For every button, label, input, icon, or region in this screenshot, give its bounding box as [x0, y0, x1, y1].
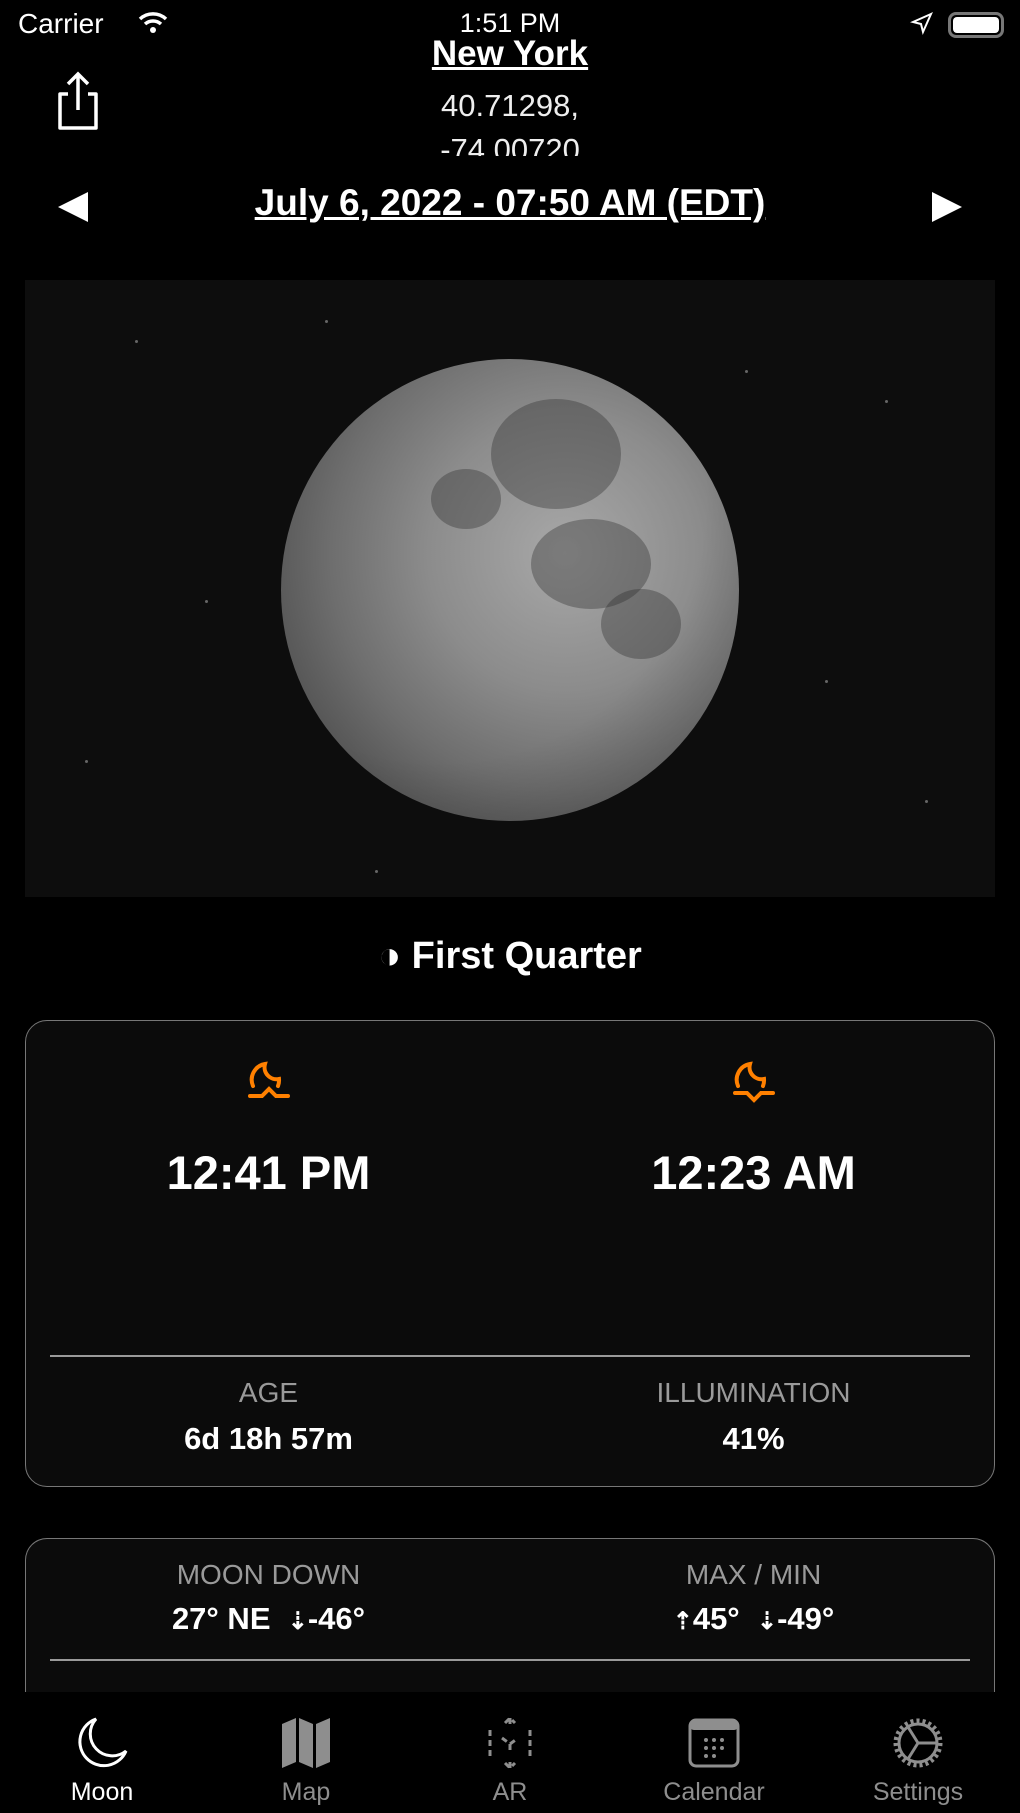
rise-set-card: 12:41 PM 12:23 AM AGE 6d 18h 57m ILLUMINA…: [25, 1020, 995, 1487]
city-title[interactable]: New York: [0, 34, 1020, 74]
altitude-value: -46°: [307, 1601, 366, 1636]
moonrise-icon: [247, 1061, 290, 1098]
down-arrow-icon: ⇣: [756, 1608, 778, 1635]
location-arrow-icon: [910, 12, 933, 36]
tab-calendar[interactable]: Calendar: [612, 1692, 816, 1813]
share-icon[interactable]: [52, 70, 104, 132]
moon-phase: ◑ First Quarter: [0, 935, 1020, 978]
ar-icon: [488, 1716, 532, 1770]
coordinates: 40.71298, -74.00720: [0, 84, 1020, 156]
tab-label: Map: [281, 1778, 331, 1806]
down-arrow-icon: ⇣: [287, 1608, 308, 1635]
moon-icon: [78, 1717, 128, 1768]
tab-label: AR: [492, 1778, 528, 1806]
illumination-value: 41%: [722, 1421, 785, 1456]
longitude: -74.00720: [440, 132, 580, 156]
tab-label: Calendar: [663, 1778, 765, 1806]
tab-bar: Moon Map AR Calendar Settings: [0, 1692, 1020, 1813]
moon-down-label: MOON DOWN: [176, 1559, 361, 1590]
divider: [50, 1659, 970, 1661]
tab-label: Moon: [70, 1778, 134, 1806]
max-value: 45°: [692, 1601, 740, 1636]
moonrise-time: 12:41 PM: [166, 1146, 371, 1199]
map-icon: [282, 1718, 330, 1768]
max-min-label: MAX / MIN: [685, 1559, 822, 1590]
date-navigation: July 6, 2022 - 07:50 AM (EDT): [0, 182, 1020, 232]
calendar-icon: [688, 1718, 740, 1768]
tab-moon[interactable]: Moon: [0, 1692, 204, 1813]
position-card: MOON DOWN 27° NE ⇣-46° MAX / MIN ⇡45° ⇣-…: [25, 1538, 995, 1718]
moon-image: [281, 359, 739, 821]
tab-settings[interactable]: Settings: [816, 1692, 1020, 1813]
illumination-label: ILLUMINATION: [656, 1377, 851, 1408]
next-arrow-icon[interactable]: [930, 190, 964, 224]
phase-icon: ◑: [378, 935, 402, 977]
tab-ar[interactable]: AR: [408, 1692, 612, 1813]
tab-map[interactable]: Map: [204, 1692, 408, 1813]
min-value: -49°: [777, 1601, 835, 1636]
age-label: AGE: [238, 1377, 299, 1408]
latitude: 40.71298,: [441, 88, 579, 123]
azimuth-value: 27° NE: [171, 1601, 271, 1636]
date-time-selector[interactable]: July 6, 2022 - 07:50 AM (EDT): [0, 182, 1020, 224]
tab-label: Settings: [872, 1778, 964, 1806]
moonset-icon: [732, 1061, 775, 1103]
divider: [50, 1355, 970, 1357]
phase-name: First Quarter: [411, 935, 642, 977]
gear-icon: [893, 1718, 943, 1768]
moonset-time: 12:23 AM: [651, 1146, 856, 1199]
up-arrow-icon: ⇡: [672, 1608, 693, 1635]
age-value: 6d 18h 57m: [184, 1421, 353, 1456]
moon-view: [25, 280, 995, 897]
